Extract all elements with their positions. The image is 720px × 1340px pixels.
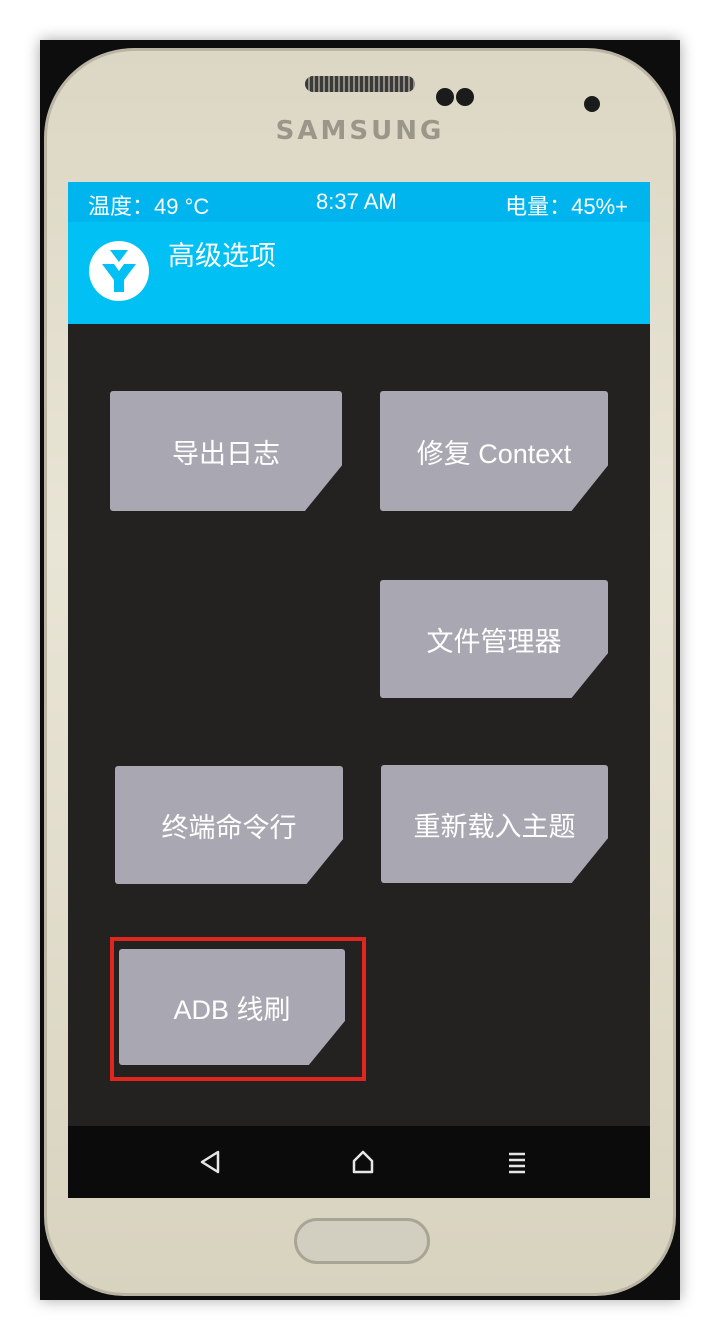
back-triangle-icon xyxy=(200,1150,220,1174)
export-log-button[interactable]: 导出日志 xyxy=(110,391,342,511)
earpiece-speaker xyxy=(305,76,415,92)
physical-home-button[interactable] xyxy=(294,1218,430,1264)
page-title: 高级选项 xyxy=(168,241,276,272)
brand-logo: SAMSUNG xyxy=(275,116,445,146)
status-bar: 温度：49 °C 8:37 AM 电量：45%+ xyxy=(68,182,650,222)
device-screen: 温度：49 °C 8:37 AM 电量：45%+ 高级选项 导出日志 修复 Co… xyxy=(68,182,650,1198)
front-camera xyxy=(436,88,454,106)
twrp-logo-icon xyxy=(89,241,149,301)
temperature-readout: 温度：49 °C xyxy=(88,194,210,219)
battery-readout: 电量：45%+ xyxy=(505,194,628,219)
proximity-sensor xyxy=(456,88,474,106)
menu-lines-icon xyxy=(509,1152,525,1174)
menu-nav-button[interactable] xyxy=(495,1140,539,1184)
sensor-dot xyxy=(584,96,600,112)
reload-theme-button[interactable]: 重新载入主题 xyxy=(381,765,608,883)
home-nav-button[interactable] xyxy=(341,1140,385,1184)
terminal-button[interactable]: 终端命令行 xyxy=(115,766,343,884)
title-bar: 高级选项 xyxy=(68,222,650,324)
back-button[interactable] xyxy=(188,1140,232,1184)
fix-context-button[interactable]: 修复 Context xyxy=(380,391,608,511)
home-icon xyxy=(352,1150,374,1174)
navigation-bar xyxy=(68,1126,650,1198)
file-manager-button[interactable]: 文件管理器 xyxy=(380,580,608,698)
adb-sideload-button[interactable]: ADB 线刷 xyxy=(119,949,345,1065)
clock: 8:37 AM xyxy=(316,189,397,214)
